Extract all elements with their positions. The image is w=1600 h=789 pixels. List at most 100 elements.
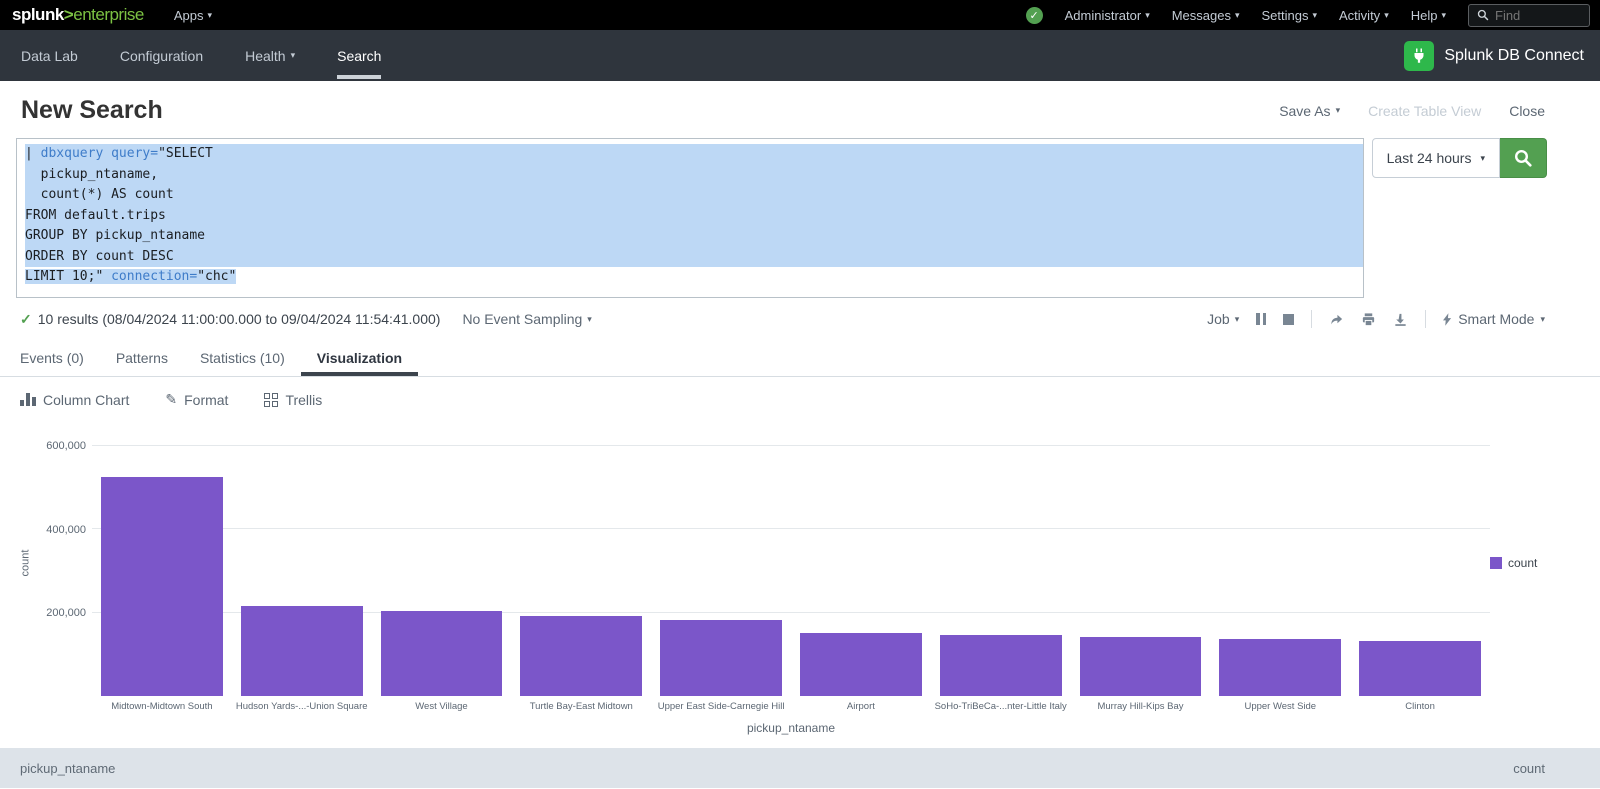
- caret-down-icon: ▾: [587, 314, 592, 325]
- save-as-button[interactable]: Save As ▾: [1279, 103, 1340, 119]
- health-status-icon[interactable]: ✓: [1026, 7, 1043, 24]
- check-icon: ✓: [1030, 9, 1039, 22]
- db-connect-app-icon: [1404, 41, 1434, 71]
- column-chart-icon: [20, 393, 36, 406]
- tab-patterns[interactable]: Patterns: [100, 338, 184, 376]
- search-icon: [1513, 148, 1533, 168]
- search-icon: [1477, 9, 1489, 21]
- find-input[interactable]: [1495, 8, 1583, 23]
- caret-down-icon: ▾: [1441, 10, 1446, 21]
- bar[interactable]: [1359, 641, 1481, 696]
- logo-gt-text: >: [64, 5, 73, 24]
- bar[interactable]: [1219, 639, 1341, 696]
- logo-splunk-text: splunk: [12, 5, 64, 24]
- close-label: Close: [1509, 103, 1545, 119]
- bar[interactable]: [520, 616, 642, 696]
- page-title: New Search: [21, 96, 163, 125]
- bar[interactable]: [381, 611, 503, 696]
- create-table-view-label: Create Table View: [1368, 103, 1481, 119]
- bar[interactable]: [101, 477, 223, 696]
- stop-icon: [1283, 314, 1294, 325]
- bar-rect: [1219, 639, 1341, 696]
- x-tick-label: SoHo-TriBeCa-...nter-Little Italy: [931, 701, 1071, 712]
- bar-rect: [1359, 641, 1481, 696]
- results-bar: ✓ 10 results (08/04/2024 11:00:00.000 to…: [0, 298, 1600, 338]
- bar[interactable]: [660, 620, 782, 696]
- tab-statistics[interactable]: Statistics (10): [184, 338, 301, 376]
- bar[interactable]: [940, 635, 1062, 696]
- y-axis: 600,000 400,000 200,000: [36, 430, 92, 696]
- time-range-label: Last 24 hours: [1387, 150, 1472, 166]
- search-mode-menu[interactable]: Smart Mode ▾: [1443, 311, 1545, 327]
- bar[interactable]: [800, 633, 922, 696]
- share-icon: [1329, 312, 1344, 327]
- find-search[interactable]: [1468, 4, 1590, 27]
- apps-menu[interactable]: Apps ▾: [174, 8, 212, 23]
- settings-menu[interactable]: Settings ▾: [1262, 8, 1318, 23]
- run-search-button[interactable]: [1500, 138, 1547, 178]
- table-col-count[interactable]: count: [1513, 761, 1545, 788]
- app-identity[interactable]: Splunk DB Connect: [1404, 30, 1584, 81]
- x-tick-label: Murray Hill-Kips Bay: [1071, 701, 1211, 712]
- splunk-logo[interactable]: splunk>enterprise: [12, 5, 144, 25]
- trellis-label: Trellis: [285, 392, 322, 408]
- x-labels: Midtown-Midtown SouthHudson Yards-...-Un…: [92, 701, 1490, 712]
- table-col-pickup-ntaname[interactable]: pickup_ntaname: [20, 761, 115, 788]
- chart-type-picker[interactable]: Column Chart: [20, 392, 129, 408]
- bar[interactable]: [241, 606, 363, 696]
- share-job-button[interactable]: [1329, 311, 1344, 327]
- print-button[interactable]: [1361, 311, 1376, 327]
- close-button[interactable]: Close: [1509, 103, 1545, 119]
- query-line: | dbxquery query="SELECT: [25, 144, 1363, 165]
- format-button[interactable]: ✎ Format: [165, 391, 228, 408]
- caret-down-icon: ▾: [1540, 314, 1545, 325]
- user-menu[interactable]: Administrator ▾: [1065, 8, 1150, 23]
- tab-events[interactable]: Events (0): [20, 338, 100, 376]
- page-header: New Search Save As ▾ Create Table View C…: [0, 81, 1600, 138]
- result-summary: ✓ 10 results (08/04/2024 11:00:00.000 to…: [20, 311, 440, 328]
- caret-down-icon: ▾: [1480, 153, 1485, 164]
- search-bar-section: | dbxquery query="SELECT pickup_ntaname,…: [0, 138, 1600, 298]
- caret-down-icon: ▾: [1145, 10, 1150, 21]
- messages-menu-label: Messages: [1172, 8, 1231, 23]
- legend-label: count: [1508, 556, 1537, 570]
- y-axis-title: count: [14, 430, 36, 696]
- time-range-picker[interactable]: Last 24 hours ▾: [1372, 138, 1500, 178]
- y-tick-label: 600,000: [46, 440, 86, 452]
- nav-item-search[interactable]: Search: [316, 30, 402, 81]
- trellis-button[interactable]: Trellis: [264, 392, 322, 408]
- query-line: GROUP BY pickup_ntaname: [25, 226, 1363, 247]
- bars-row: [92, 430, 1490, 696]
- activity-menu[interactable]: Activity ▾: [1339, 8, 1389, 23]
- chart-type-label: Column Chart: [43, 392, 129, 408]
- legend-item[interactable]: count: [1490, 556, 1537, 570]
- query-line: pickup_ntaname,: [25, 165, 1363, 186]
- job-menu[interactable]: Job ▾: [1207, 311, 1239, 327]
- help-menu[interactable]: Help ▾: [1411, 8, 1446, 23]
- tab-visualization[interactable]: Visualization: [301, 338, 418, 376]
- print-icon: [1361, 312, 1376, 327]
- event-sampling-menu[interactable]: No Event Sampling ▾: [462, 311, 591, 327]
- export-button[interactable]: [1393, 311, 1408, 327]
- nav-item-configuration[interactable]: Configuration: [99, 30, 224, 81]
- stop-job-button[interactable]: [1283, 311, 1294, 327]
- x-tick-label: Airport: [791, 701, 931, 712]
- bar[interactable]: [1080, 637, 1202, 696]
- nav-item-health[interactable]: Health ▾: [224, 30, 316, 81]
- settings-menu-label: Settings: [1262, 8, 1309, 23]
- messages-menu[interactable]: Messages ▾: [1172, 8, 1240, 23]
- x-tick-label: West Village: [372, 701, 512, 712]
- user-menu-label: Administrator: [1065, 8, 1142, 23]
- bar-rect: [381, 611, 503, 696]
- search-mode-label: Smart Mode: [1458, 311, 1534, 327]
- search-query-input[interactable]: | dbxquery query="SELECT pickup_ntaname,…: [16, 138, 1364, 298]
- x-axis-title: pickup_ntaname: [92, 721, 1490, 735]
- app-navbar: Data Lab Configuration Health ▾ Search S…: [0, 30, 1600, 81]
- logo-enterprise-text: enterprise: [73, 5, 144, 24]
- pause-job-button[interactable]: [1256, 311, 1266, 327]
- nav-item-data-lab[interactable]: Data Lab: [0, 30, 99, 81]
- x-tick-label: Upper West Side: [1210, 701, 1350, 712]
- create-table-view-button[interactable]: Create Table View: [1368, 103, 1481, 119]
- nav-label: Configuration: [120, 33, 203, 79]
- caret-down-icon: ▾: [1235, 10, 1240, 21]
